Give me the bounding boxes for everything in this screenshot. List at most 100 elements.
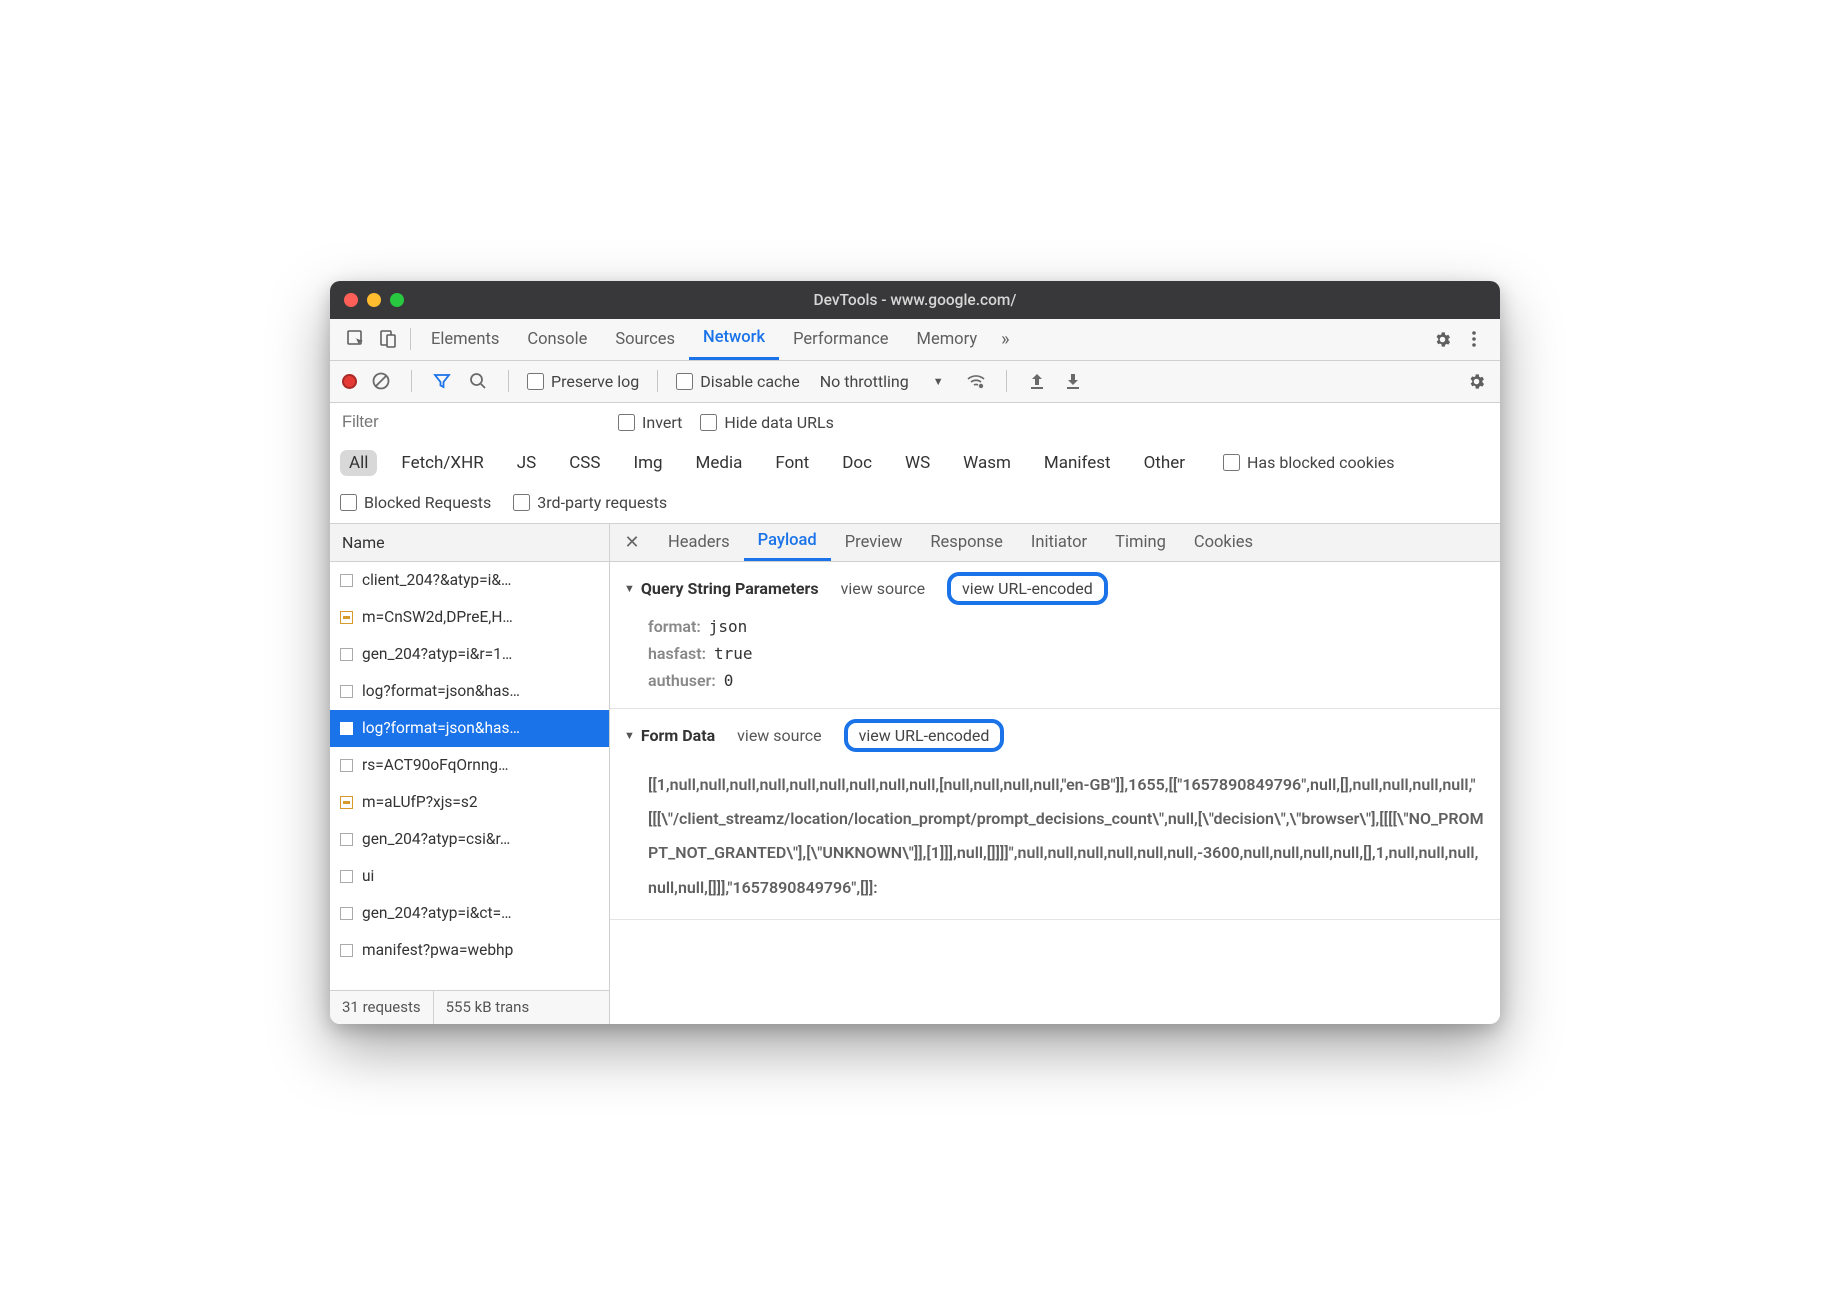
search-icon[interactable] [466,369,490,393]
type-filter-all[interactable]: All [340,450,377,476]
third-party-checkbox[interactable]: 3rd-party requests [513,493,667,512]
document-icon [340,722,353,735]
tab-sources[interactable]: Sources [601,318,689,360]
request-row[interactable]: ui [330,858,609,895]
view-source-link[interactable]: view source [737,726,821,745]
document-icon [340,944,353,957]
type-filter-row: All Fetch/XHR JS CSS Img Media Font Doc WS Wasm Ma… [330,443,1500,483]
type-filter-ws[interactable]: WS [896,450,939,476]
devtools-window: DevTools - www.google.com/ Elements Cons… [330,281,1500,1024]
transfer-size: 555 kB trans [433,991,542,1024]
type-filter-media[interactable]: Media [687,450,752,476]
query-string-header[interactable]: ▼Query String Parameters [624,579,819,598]
status-bar: 31 requests 555 kB trans [330,990,609,1024]
type-filter-font[interactable]: Font [766,450,818,476]
tab-memory[interactable]: Memory [903,318,992,360]
request-row[interactable]: m=aLUfP?xjs=s2 [330,784,609,821]
inspect-element-icon[interactable] [340,324,372,354]
preserve-log-checkbox[interactable]: Preserve log [527,372,639,391]
request-name: gen_204?atyp=i&ct=… [362,904,599,922]
type-filter-manifest[interactable]: Manifest [1035,450,1120,476]
divider [657,370,658,392]
disable-cache-checkbox[interactable]: Disable cache [676,372,799,391]
script-icon [340,611,353,624]
type-filter-doc[interactable]: Doc [833,450,881,476]
kebab-menu-icon[interactable] [1458,324,1490,354]
form-data-header[interactable]: ▼Form Data [624,726,715,745]
request-name: gen_204?atyp=i&r=1… [362,645,599,663]
detail-body: ▼Query String Parameters view source vie… [610,562,1500,1024]
request-name: log?format=json&has… [362,682,599,700]
panel-settings-icon[interactable] [1464,369,1488,393]
detail-tab-preview[interactable]: Preview [831,524,917,562]
request-row[interactable]: manifest?pwa=webhp [330,932,609,969]
type-filter-fetchxhr[interactable]: Fetch/XHR [392,450,492,476]
detail-tab-response[interactable]: Response [916,524,1017,562]
tab-performance[interactable]: Performance [779,318,902,360]
divider [411,370,412,392]
download-har-icon[interactable] [1061,369,1085,393]
record-button[interactable] [342,374,357,389]
param-key: hasfast: [648,644,706,663]
type-filter-wasm[interactable]: Wasm [954,450,1020,476]
detail-tab-cookies[interactable]: Cookies [1180,524,1267,562]
view-url-encoded-link[interactable]: view URL-encoded [947,572,1108,605]
request-name: ui [362,867,599,885]
device-toggle-icon[interactable] [372,324,404,354]
close-detail-icon[interactable]: ✕ [618,528,646,556]
request-row[interactable]: gen_204?atyp=i&r=1… [330,636,609,673]
main-tabstrip: Elements Console Sources Network Perform… [330,319,1500,361]
tab-elements[interactable]: Elements [417,318,513,360]
request-detail-panel: ✕ HeadersPayloadPreviewResponseInitiator… [610,524,1500,1024]
request-row[interactable]: log?format=json&has… [330,710,609,747]
throttling-select[interactable]: No throttling ▼ [812,372,952,391]
divider [410,328,411,350]
request-row[interactable]: m=CnSW2d,DPreE,H… [330,599,609,636]
type-filter-css[interactable]: CSS [560,450,609,476]
titlebar: DevTools - www.google.com/ [330,281,1500,319]
document-icon [340,907,353,920]
view-source-link[interactable]: view source [841,579,925,598]
settings-icon[interactable] [1426,324,1458,354]
upload-har-icon[interactable] [1025,369,1049,393]
view-url-encoded-link[interactable]: view URL-encoded [844,719,1005,752]
chevron-down-icon: ▼ [624,582,635,595]
tab-network[interactable]: Network [689,318,779,360]
filter-toggle-icon[interactable] [430,369,454,393]
request-name: log?format=json&has… [362,719,599,737]
document-icon [340,759,353,772]
request-list[interactable]: client_204?&atyp=i&…m=CnSW2d,DPreE,H… gen… [330,562,609,990]
divider [1006,370,1007,392]
tab-console[interactable]: Console [513,318,601,360]
detail-tab-headers[interactable]: Headers [654,524,744,562]
has-blocked-cookies-checkbox[interactable]: Has blocked cookies [1223,453,1395,472]
detail-tab-timing[interactable]: Timing [1101,524,1180,562]
request-row[interactable]: log?format=json&has… [330,673,609,710]
content-area: Name client_204?&atyp=i&…m=CnSW2d,DPreE,… [330,524,1500,1024]
filter-input[interactable] [340,409,600,436]
invert-checkbox[interactable]: Invert [618,413,682,432]
preserve-log-label: Preserve log [551,372,639,391]
chevron-down-icon: ▼ [624,729,635,742]
type-filter-js[interactable]: JS [508,450,545,476]
request-list-sidebar: Name client_204?&atyp=i&…m=CnSW2d,DPreE,… [330,524,610,1024]
network-conditions-icon[interactable] [964,369,988,393]
request-row[interactable]: gen_204?atyp=i&ct=… [330,895,609,932]
type-filter-img[interactable]: Img [624,450,671,476]
hide-data-urls-checkbox[interactable]: Hide data URLs [700,413,834,432]
name-column-header[interactable]: Name [330,524,609,562]
request-row[interactable]: rs=ACT90oFqOrnng… [330,747,609,784]
throttling-value: No throttling [820,372,909,391]
clear-icon[interactable] [369,369,393,393]
document-icon [340,870,353,883]
blocked-requests-checkbox[interactable]: Blocked Requests [340,493,491,512]
detail-tab-initiator[interactable]: Initiator [1017,524,1101,562]
request-row[interactable]: gen_204?atyp=csi&r… [330,821,609,858]
param-value: 0 [724,671,734,690]
detail-tab-payload[interactable]: Payload [744,524,831,562]
type-filter-other[interactable]: Other [1135,450,1194,476]
request-row[interactable]: client_204?&atyp=i&… [330,562,609,599]
more-tabs-icon[interactable]: » [991,329,1019,350]
detail-tabs: ✕ HeadersPayloadPreviewResponseInitiator… [610,524,1500,562]
filter-bar: Invert Hide data URLs All Fetch/XHR JS CSS I… [330,403,1500,524]
